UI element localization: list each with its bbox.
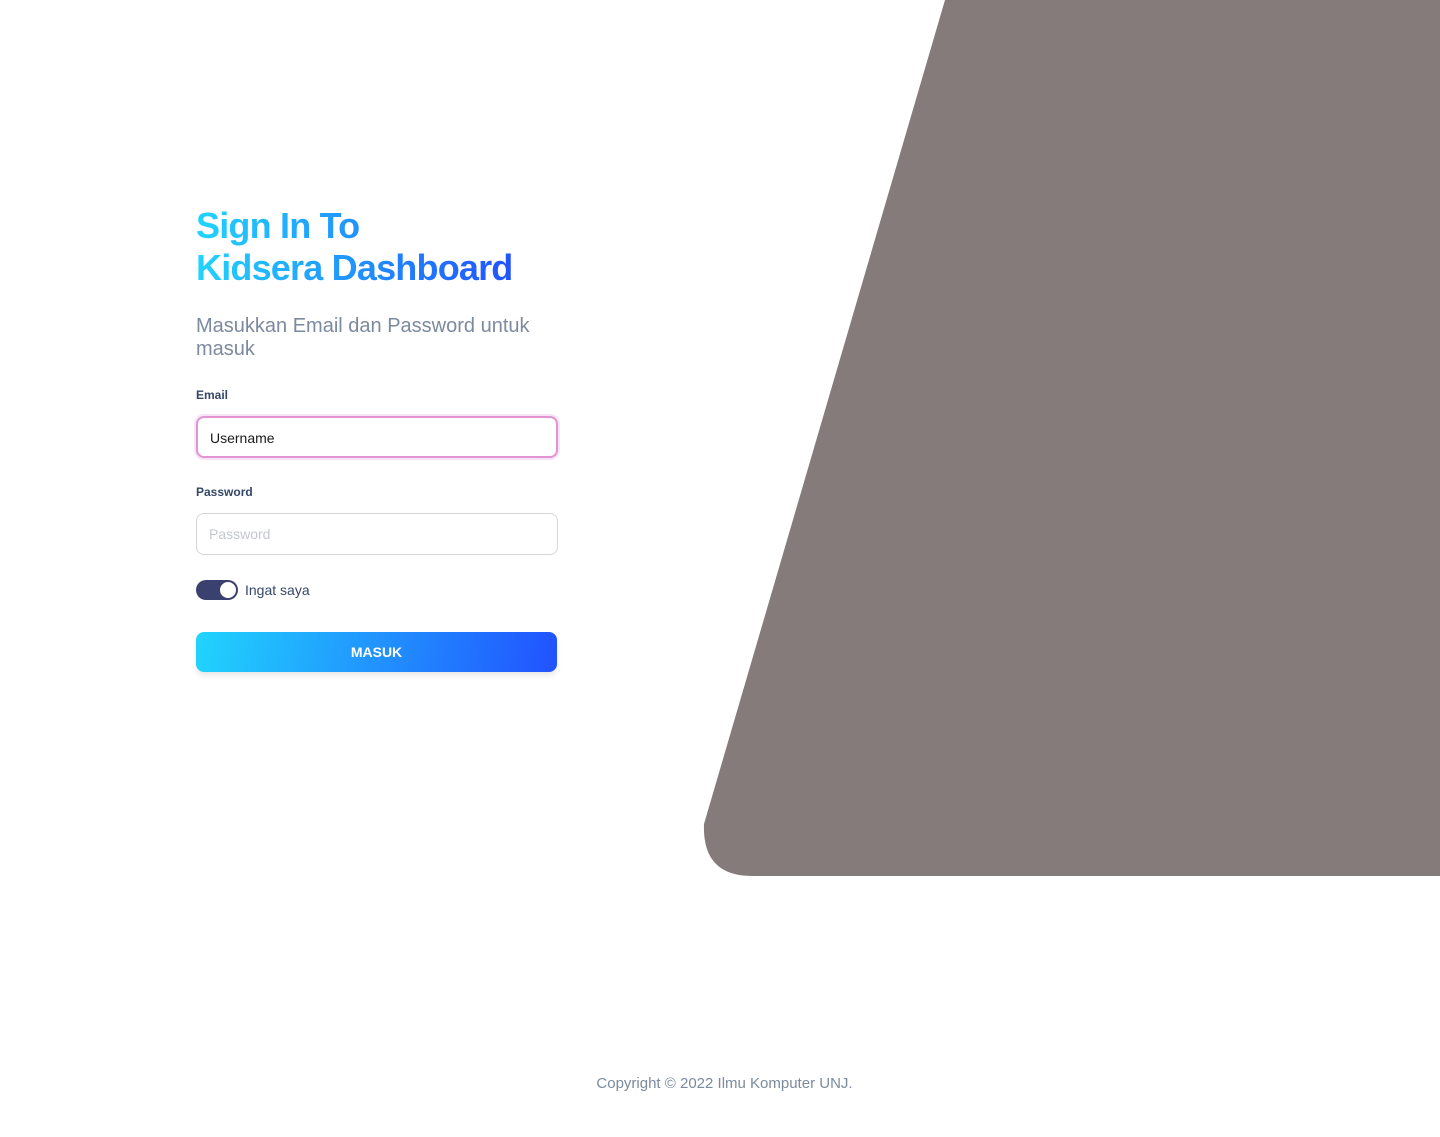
- login-form: Sign In To Kidsera Dashboard Masukkan Em…: [196, 205, 558, 672]
- footer-copyright: Copyright © 2022 Ilmu Komputer UNJ.: [596, 1075, 853, 1092]
- password-field[interactable]: Password: [196, 513, 558, 555]
- page-title: Sign In To Kidsera Dashboard: [196, 205, 513, 289]
- toggle-knob: [220, 582, 236, 598]
- remember-label[interactable]: Ingat saya: [245, 582, 310, 598]
- page-subtitle: Masukkan Email dan Password untuk masuk: [196, 315, 530, 360]
- decorative-panel-shape: [703, 0, 1440, 876]
- page-title-line-1: Sign In To: [196, 205, 360, 246]
- remember-me: Ingat saya: [196, 579, 558, 601]
- remember-toggle[interactable]: [196, 580, 238, 600]
- email-field[interactable]: Username: [196, 416, 558, 458]
- page-title-line-2: Kidsera Dashboard: [196, 247, 513, 288]
- submit-button[interactable]: MASUK: [196, 632, 557, 672]
- email-label: Email: [196, 388, 229, 402]
- password-label: Password: [196, 485, 253, 499]
